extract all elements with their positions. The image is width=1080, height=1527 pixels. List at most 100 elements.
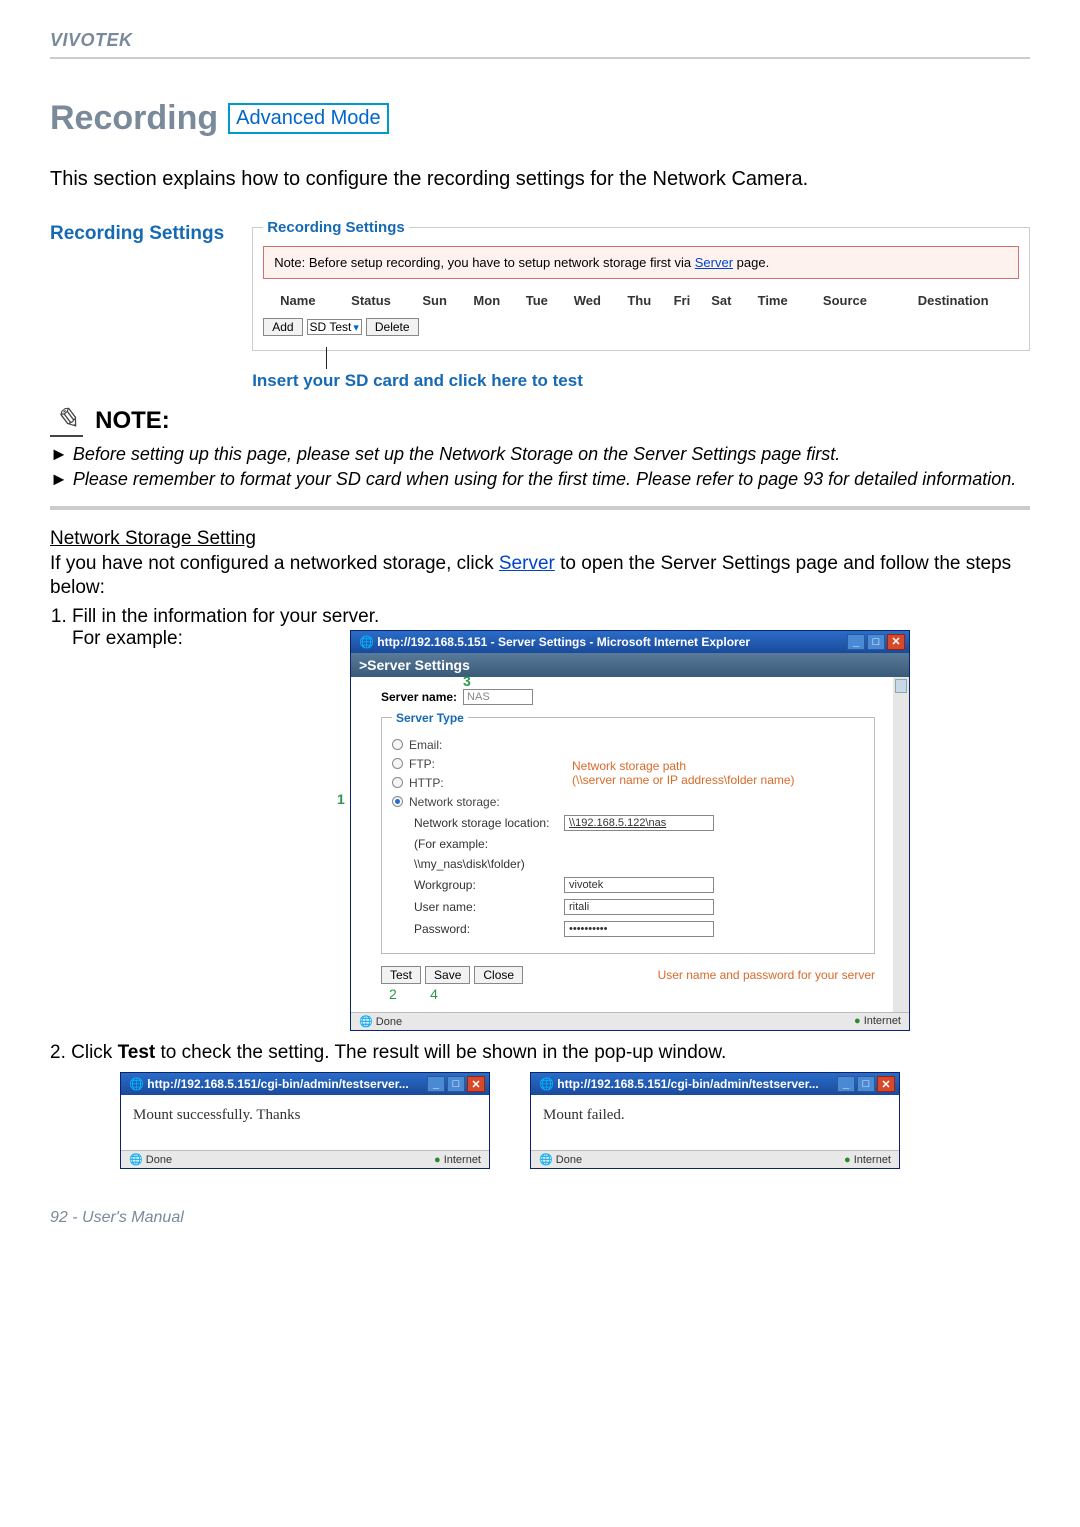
recording-note-text: Note: Before setup recording, you have t… <box>274 255 695 270</box>
step-1: Fill in the information for your server. <box>72 606 1030 628</box>
popup-fail-titlebar: 🌐 http://192.168.5.151/cgi-bin/admin/tes… <box>531 1073 899 1095</box>
close-button[interactable]: ✕ <box>887 634 905 650</box>
steps-list: Fill in the information for your server. <box>72 606 1030 628</box>
radio-email[interactable] <box>392 739 403 750</box>
network-storage-details: Network storage location: \\192.168.5.12… <box>414 815 864 937</box>
brand-header: VIVOTEK <box>50 30 1030 59</box>
callout-4: 4 <box>430 986 438 1002</box>
ns-annot-l1: Network storage path <box>572 759 795 773</box>
recording-buttons: Add SD Test ▾ Delete <box>263 318 1019 336</box>
popup-fail-done: 🌐 Done <box>539 1153 582 1166</box>
nss-intro: If you have not configured a networked s… <box>50 552 1030 600</box>
popup-min-1[interactable]: _ <box>427 1076 445 1092</box>
popup-fail-title: 🌐 http://192.168.5.151/cgi-bin/admin/tes… <box>539 1077 819 1091</box>
note-list: ► Before setting up this page, please se… <box>50 443 1030 510</box>
ns-location-input[interactable]: \\192.168.5.122\nas <box>564 815 714 831</box>
popup-min-2[interactable]: _ <box>837 1076 855 1092</box>
col-thu: Thu <box>615 289 664 312</box>
radio-email-row[interactable]: Email: <box>392 738 864 752</box>
col-fri: Fri <box>664 289 700 312</box>
recording-settings-fieldset: Recording Settings Note: Before setup re… <box>252 219 1030 351</box>
chevron-down-icon: ▾ <box>353 321 359 334</box>
col-time: Time <box>743 289 803 312</box>
server-type-fieldset: Server Type Email: FTP: HTTP: Network st… <box>381 711 875 954</box>
popup-success-body: Mount successfully. Thanks <box>121 1095 489 1150</box>
popup-success: 🌐 http://192.168.5.151/cgi-bin/admin/tes… <box>120 1072 490 1169</box>
server-link[interactable]: Server <box>695 255 733 270</box>
popup-max-1[interactable]: □ <box>447 1076 465 1092</box>
col-source: Source <box>803 289 888 312</box>
callout-numbers: 2 4 <box>381 986 875 1002</box>
maximize-button[interactable]: □ <box>867 634 885 650</box>
ns-username-label: User name: <box>414 900 554 914</box>
bottom-buttons: Test Save Close User name and password f… <box>381 966 875 984</box>
ns-password-label: Password: <box>414 922 554 936</box>
ns-example-2: \\my_nas\disk\folder) <box>414 857 554 871</box>
server-name-input[interactable] <box>463 689 533 705</box>
recording-note-box: Note: Before setup recording, you have t… <box>263 246 1019 279</box>
ie-window-server-settings: 🌐 http://192.168.5.151 - Server Settings… <box>350 630 910 1031</box>
col-wed: Wed <box>560 289 615 312</box>
ns-location-label: Network storage location: <box>414 816 554 830</box>
radio-ftp[interactable] <box>392 758 403 769</box>
ns-workgroup-label: Workgroup: <box>414 878 554 892</box>
pencil-icon: ✎ <box>50 405 83 437</box>
ie-title: 🌐 http://192.168.5.151 - Server Settings… <box>359 635 750 649</box>
minimize-button[interactable]: _ <box>847 634 865 650</box>
server-link-2[interactable]: Server <box>499 553 555 574</box>
scrollbar-thumb[interactable] <box>895 679 907 693</box>
radio-ftp-label: FTP: <box>409 757 435 771</box>
popup-fail-done-text: Done <box>556 1154 582 1166</box>
popup-success-titlebar: 🌐 http://192.168.5.151/cgi-bin/admin/tes… <box>121 1073 489 1095</box>
popup-fail-status: 🌐 Done ● Internet <box>531 1150 899 1168</box>
advanced-mode-badge: Advanced Mode <box>228 103 389 134</box>
ie-status-internet: ● Internet <box>854 1015 901 1027</box>
panel-head: >Server Settings <box>351 653 909 677</box>
radio-network-storage[interactable] <box>392 796 403 807</box>
popup-fail-internet: ● Internet <box>844 1154 891 1166</box>
sdtest-select[interactable]: SD Test ▾ <box>307 319 362 335</box>
popup-success-status: 🌐 Done ● Internet <box>121 1150 489 1168</box>
radio-http[interactable] <box>392 777 403 788</box>
recording-settings-label: Recording Settings <box>50 219 224 245</box>
popup-close-1[interactable]: ✕ <box>467 1076 485 1092</box>
ns-example-1: (For example: <box>414 837 554 851</box>
popup-fail-internet-text: Internet <box>854 1154 891 1166</box>
step2-b: Test <box>118 1042 156 1063</box>
userpass-annot: User name and password for your server <box>658 968 875 982</box>
ie-done-text: Done <box>376 1016 402 1028</box>
delete-button[interactable]: Delete <box>366 318 419 336</box>
popup-success-internet-text: Internet <box>444 1154 481 1166</box>
col-sun: Sun <box>410 289 460 312</box>
col-status: Status <box>333 289 410 312</box>
close-button-2[interactable]: Close <box>474 966 523 984</box>
popup-success-title-text: http://192.168.5.151/cgi-bin/admin/tests… <box>147 1077 408 1091</box>
ns-password-input[interactable]: •••••••••• <box>564 921 714 937</box>
popup-success-title: 🌐 http://192.168.5.151/cgi-bin/admin/tes… <box>129 1077 409 1091</box>
ns-workgroup-input[interactable]: vivotek <box>564 877 714 893</box>
note-item-1: ► Before setting up this page, please se… <box>68 443 1030 466</box>
server-name-row: Server name: <box>381 689 875 705</box>
save-button[interactable]: Save <box>425 966 470 984</box>
radio-ns-label: Network storage: <box>409 795 500 809</box>
result-popups: 🌐 http://192.168.5.151/cgi-bin/admin/tes… <box>120 1072 1030 1169</box>
test-button[interactable]: Test <box>381 966 421 984</box>
ie-titlebar: 🌐 http://192.168.5.151 - Server Settings… <box>351 631 909 653</box>
popup-fail: 🌐 http://192.168.5.151/cgi-bin/admin/tes… <box>530 1072 900 1169</box>
add-button[interactable]: Add <box>263 318 302 336</box>
recording-note-suffix: page. <box>733 255 769 270</box>
popup-fail-body: Mount failed. <box>531 1095 899 1150</box>
popup-max-2[interactable]: □ <box>857 1076 875 1092</box>
radio-ns-row[interactable]: Network storage: <box>392 795 864 809</box>
recording-table: Name Status Sun Mon Tue Wed Thu Fri Sat … <box>263 289 1019 312</box>
recording-settings-row: Recording Settings Recording Settings No… <box>50 219 1030 399</box>
page-footer: 92 - User's Manual <box>50 1209 1030 1227</box>
step2-a: Click <box>71 1042 117 1063</box>
network-storage-path-annot: Network storage path (\\server name or I… <box>572 759 795 788</box>
step2-c: to check the setting. The result will be… <box>155 1042 726 1063</box>
popup-close-2[interactable]: ✕ <box>877 1076 895 1092</box>
ns-username-input[interactable]: ritali <box>564 899 714 915</box>
recording-settings-panel: Recording Settings Note: Before setup re… <box>252 219 1030 399</box>
col-tue: Tue <box>514 289 560 312</box>
col-sat: Sat <box>700 289 743 312</box>
